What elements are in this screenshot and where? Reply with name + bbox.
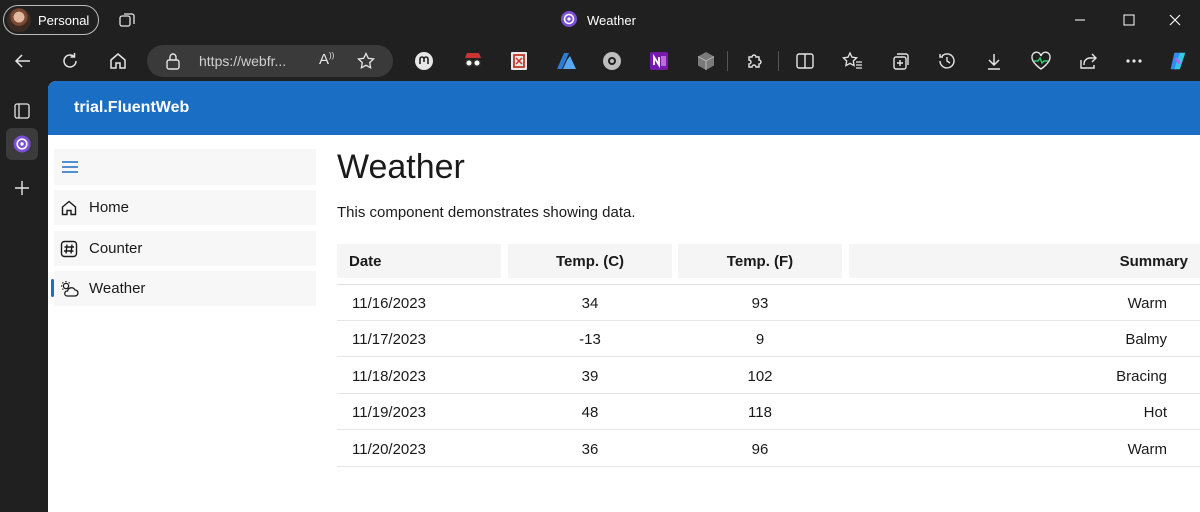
cell-temp-f: 118	[748, 404, 772, 421]
column-header-summary[interactable]: Summary	[849, 244, 1200, 278]
browser-title-bar: Personal Weather	[0, 0, 1200, 41]
mastodon-extension-icon[interactable]	[413, 50, 435, 72]
url-text[interactable]: https://webfr...	[199, 53, 286, 69]
nav-item-label: Home	[89, 199, 130, 216]
table-row: 11/18/2023 39 102 Bracing	[337, 358, 1200, 394]
cell-date: 11/17/2023	[352, 331, 426, 348]
close-button[interactable]	[1163, 8, 1187, 32]
cell-summary: Warm	[1127, 295, 1167, 312]
page-description: This component demonstrates showing data…	[337, 204, 636, 221]
cell-temp-c: 36	[581, 441, 599, 458]
nav-item-home[interactable]: Home	[54, 190, 316, 225]
share-icon[interactable]	[1077, 50, 1099, 72]
blazor-icon	[560, 10, 578, 31]
cell-summary: Bracing	[1116, 368, 1167, 385]
cube-extension-icon[interactable]	[695, 50, 717, 72]
vertical-tabs-strip	[0, 81, 48, 512]
cell-date: 11/20/2023	[352, 441, 426, 458]
refresh-icon[interactable]	[59, 50, 81, 72]
onenote-icon[interactable]	[648, 50, 670, 72]
app-header: trial.FluentWeb	[48, 81, 1200, 135]
cell-temp-c: 48	[581, 404, 599, 421]
blazor-icon	[13, 135, 31, 153]
tab-actions-icon[interactable]	[6, 95, 38, 127]
extensions-puzzle-icon[interactable]	[744, 50, 766, 72]
azure-extension-icon[interactable]	[555, 50, 577, 72]
workspaces-icon[interactable]	[117, 10, 137, 30]
table-row: 11/20/2023 36 96 Warm	[337, 431, 1200, 467]
window-title-text: Weather	[587, 12, 636, 28]
table-row: 11/17/2023 -13 9 Balmy	[337, 321, 1200, 357]
new-tab-plus-icon[interactable]	[6, 172, 38, 204]
read-aloud-icon[interactable]: A))	[319, 51, 334, 68]
cell-date: 11/16/2023	[352, 295, 426, 312]
cell-temp-f: 96	[751, 441, 769, 458]
spy-extension-icon[interactable]	[462, 50, 484, 72]
table-row: 11/16/2023 34 93 Warm	[337, 285, 1200, 321]
home-button-icon[interactable]	[107, 50, 129, 72]
split-screen-icon[interactable]	[794, 50, 816, 72]
app-title[interactable]: trial.FluentWeb	[74, 99, 189, 117]
collections-icon[interactable]	[890, 50, 912, 72]
nav-menu: Home Counter Weather	[48, 135, 316, 512]
browser-toolbar: https://webfr... A))	[0, 41, 1200, 81]
table-row: 11/19/2023 48 118 Hot	[337, 394, 1200, 430]
nav-item-label: Weather	[89, 280, 146, 297]
cell-temp-c: 34	[581, 295, 599, 312]
cell-summary: Hot	[1143, 404, 1167, 421]
more-options-icon[interactable]	[1123, 50, 1145, 72]
screenshot-extension-icon[interactable]	[508, 50, 530, 72]
home-icon	[59, 198, 79, 218]
column-header-temp-c[interactable]: Temp. (C)	[508, 244, 672, 278]
column-header-temp-f[interactable]: Temp. (F)	[678, 244, 842, 278]
weather-icon	[59, 279, 79, 299]
cell-summary: Warm	[1127, 441, 1167, 458]
column-header-date[interactable]: Date	[337, 244, 501, 278]
window-title: Weather	[560, 10, 636, 30]
hamburger-menu-button[interactable]	[54, 149, 316, 185]
gear-badge-extension-icon[interactable]	[601, 50, 623, 72]
cell-temp-f: 93	[751, 295, 769, 312]
download-icon[interactable]	[983, 50, 1005, 72]
history-icon[interactable]	[936, 50, 958, 72]
maximize-button[interactable]	[1117, 8, 1141, 32]
profile-button[interactable]: Personal	[3, 5, 99, 35]
copilot-icon[interactable]	[1167, 50, 1189, 72]
cell-temp-f: 102	[747, 368, 773, 385]
nav-item-label: Counter	[89, 240, 143, 257]
cell-summary: Balmy	[1125, 331, 1167, 348]
hamburger-icon	[62, 161, 78, 173]
page-title: Weather	[337, 148, 465, 186]
address-bar[interactable]: https://webfr... A))	[147, 45, 393, 77]
cell-temp-c: 39	[581, 368, 599, 385]
favorites-icon[interactable]	[842, 50, 864, 72]
cell-date: 11/18/2023	[352, 368, 426, 385]
minimize-button[interactable]	[1068, 8, 1092, 32]
nav-item-counter[interactable]: Counter	[54, 231, 316, 266]
hash-icon	[59, 239, 79, 259]
lock-icon[interactable]	[165, 52, 181, 75]
toolbar-divider	[778, 51, 779, 71]
browser-essentials-icon[interactable]	[1030, 50, 1052, 72]
tab-weather[interactable]	[6, 128, 38, 160]
favorite-star-icon[interactable]	[357, 51, 375, 75]
cell-date: 11/19/2023	[352, 404, 426, 421]
back-arrow-icon[interactable]	[12, 50, 34, 72]
cell-temp-c: -13	[579, 331, 601, 348]
main-content: Weather This component demonstrates show…	[337, 135, 1200, 512]
profile-label: Personal	[38, 12, 90, 28]
page-viewport: trial.FluentWeb Home Counter Weather Wea…	[48, 81, 1200, 512]
toolbar-divider	[727, 51, 728, 71]
avatar	[7, 8, 31, 32]
cell-temp-f: 9	[755, 331, 765, 348]
nav-item-weather[interactable]: Weather	[51, 271, 316, 306]
